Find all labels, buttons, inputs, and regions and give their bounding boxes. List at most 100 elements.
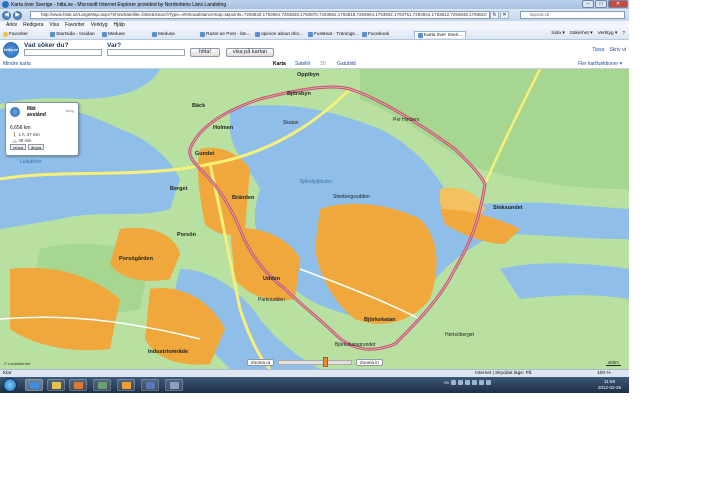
url-field[interactable]: http://www.hitta.se/LargeMap.aspx?ShowSa… xyxy=(30,11,490,19)
smaller-map-link[interactable]: Mindre karta xyxy=(3,61,31,67)
ie-icon xyxy=(2,1,9,8)
show-on-map-button[interactable]: visa på kartan xyxy=(226,48,274,57)
menu-hjalp[interactable]: Hjälp xyxy=(113,22,124,28)
maximize-button[interactable]: □ xyxy=(595,0,607,8)
ruler-icon xyxy=(10,107,20,117)
menu-redigera[interactable]: Redigera xyxy=(23,22,43,28)
fav-meduse-2[interactable]: Meduse xyxy=(152,31,175,38)
refresh-icon[interactable]: ↻ xyxy=(490,11,499,19)
security-menu[interactable]: Säkerhet ▾ xyxy=(570,31,593,36)
forward-button[interactable]: ▶ xyxy=(13,10,22,20)
measure-buttons: rensa ångra xyxy=(10,144,45,150)
fav-opinion[interactable]: opinion about drin... xyxy=(255,31,303,38)
menu-favoriter[interactable]: Favoriter xyxy=(65,22,85,28)
zoom-in-button[interactable]: Zooma in xyxy=(356,359,383,366)
label-industriomrade: Industriområde xyxy=(148,349,189,355)
page-icon xyxy=(200,32,205,37)
clear-button[interactable]: rensa xyxy=(10,144,27,150)
label-branden: Bränden xyxy=(232,195,255,201)
tray-icon[interactable] xyxy=(465,380,471,385)
window-title: Karta över Sverige - hitta.se - Microsof… xyxy=(11,1,227,8)
favorites-button[interactable]: Favoriter xyxy=(3,31,28,38)
taskbar: SV 11:59 2012-02-26 xyxy=(0,377,629,393)
taskbar-app-5[interactable] xyxy=(117,379,135,391)
tray-icon[interactable] xyxy=(458,380,464,385)
taskbar-app-7[interactable] xyxy=(165,379,183,391)
fav-meduse-1[interactable]: Meduse xyxy=(102,31,125,38)
taskbar-app-4[interactable] xyxy=(93,379,111,391)
app-icon xyxy=(170,382,179,389)
menu-visa[interactable]: Visa xyxy=(49,22,59,28)
menu-verktyg[interactable]: Verktyg xyxy=(91,22,108,28)
search-button[interactable]: hitta! xyxy=(190,48,220,57)
what-input[interactable] xyxy=(24,49,102,56)
ie-icon xyxy=(30,382,39,389)
clock[interactable]: 11:59 2012-02-26 xyxy=(598,379,621,390)
fav-startsida[interactable]: Startsida - Insidan xyxy=(50,31,95,38)
title-bar: Karta över Sverige - hitta.se - Microsof… xyxy=(0,0,629,9)
taskbar-ie[interactable] xyxy=(25,379,43,391)
facebook-icon xyxy=(362,32,367,37)
back-button[interactable]: ◀ xyxy=(2,10,11,20)
taskbar-explorer[interactable] xyxy=(47,379,65,391)
folder-icon xyxy=(52,382,61,389)
hitta-logo[interactable]: hitta.se xyxy=(3,42,19,58)
site-header: hitta.se Vad söker du? Var? hitta! visa … xyxy=(0,40,629,60)
screen: Karta över Sverige - hitta.se - Microsof… xyxy=(0,0,629,393)
tab-3d-view[interactable]: 3D xyxy=(320,61,326,67)
tip-link[interactable]: Tipsa xyxy=(592,47,604,53)
network-icon[interactable] xyxy=(479,380,485,385)
fav-funbeat[interactable]: FunBeat - Tränings... xyxy=(308,31,359,38)
tray-icon[interactable] xyxy=(472,380,478,385)
help-menu[interactable]: ? xyxy=(622,31,625,36)
more-map-functions[interactable]: Fler kartfunktioner ▾ xyxy=(578,61,622,67)
page-icon xyxy=(255,32,260,37)
label-hertsoberget: Hertsöberget xyxy=(445,332,474,338)
tab-karta-view[interactable]: Karta xyxy=(273,61,286,67)
security-zone: Internet | Skyddat läge: På xyxy=(475,371,532,376)
language-indicator[interactable]: SV xyxy=(444,380,449,385)
taskbar-media[interactable] xyxy=(69,379,87,391)
print-link[interactable]: Skriv ut xyxy=(609,47,626,53)
label-bjorkskatagrundet: Björkskatagrundet xyxy=(335,342,376,348)
volume-icon[interactable] xyxy=(486,380,492,385)
search-input[interactable]: lapona.ck xyxy=(520,11,625,19)
label-skatan: Skatan xyxy=(283,120,299,126)
zoom-level[interactable]: 100 % xyxy=(597,371,611,376)
label-per-hinders: Per Hinders xyxy=(393,117,420,123)
taskbar-app-6[interactable] xyxy=(141,379,159,391)
stop-icon[interactable]: ✕ xyxy=(500,11,509,19)
where-input[interactable] xyxy=(107,49,185,56)
page-icon xyxy=(50,32,55,37)
label-back: Bäck xyxy=(192,103,206,109)
tab-gatubild-view[interactable]: Gatubild xyxy=(337,61,356,67)
window-controls: – □ ✕ xyxy=(582,0,628,8)
fav-razer[interactable]: Razer.se Post - län... xyxy=(200,31,251,38)
zoom-slider-thumb[interactable] xyxy=(323,357,328,367)
map-canvas[interactable]: Oppibyn Björsbyn Bäck Holmen Skatan Per … xyxy=(0,69,629,369)
label-porsogarden: Porsögården xyxy=(119,256,153,262)
close-button[interactable]: ✕ xyxy=(608,0,628,8)
start-button[interactable] xyxy=(3,378,17,392)
tab-satellit-view[interactable]: Satellit xyxy=(295,61,310,67)
page-menu[interactable]: Sida ▾ xyxy=(551,31,564,36)
tools-menu[interactable]: Verktyg ▾ xyxy=(598,31,618,36)
label-bjorkskatan: Björkskatan xyxy=(364,317,396,323)
undo-button[interactable]: ångra xyxy=(28,144,45,150)
zoom-out-button[interactable]: Zooma ut xyxy=(247,359,275,366)
what-label: Vad söker du? xyxy=(24,42,69,49)
status-bar: Klar Internet | Skyddat läge: På 100 % xyxy=(0,369,629,377)
menu-arkiv[interactable]: Arkiv xyxy=(6,22,17,28)
copyright: © Lantmäteriet xyxy=(4,361,31,366)
fav-facebook[interactable]: Facebook xyxy=(362,31,389,38)
tray-icon[interactable] xyxy=(451,380,457,385)
tab-karta[interactable]: Karta över Sveri... xyxy=(414,31,467,38)
favorites-bar: Favoriter Startsida - Insidan Meduse Med… xyxy=(0,29,629,40)
label-lulealv: Luleälven xyxy=(20,159,42,165)
app-icon xyxy=(146,382,155,389)
measure-close-link[interactable]: stäng xyxy=(65,109,74,113)
zoom-slider[interactable] xyxy=(278,360,352,365)
label-gundet: Gundet xyxy=(195,151,215,157)
minimize-button[interactable]: – xyxy=(582,0,594,8)
status-text: Klar xyxy=(3,371,12,376)
